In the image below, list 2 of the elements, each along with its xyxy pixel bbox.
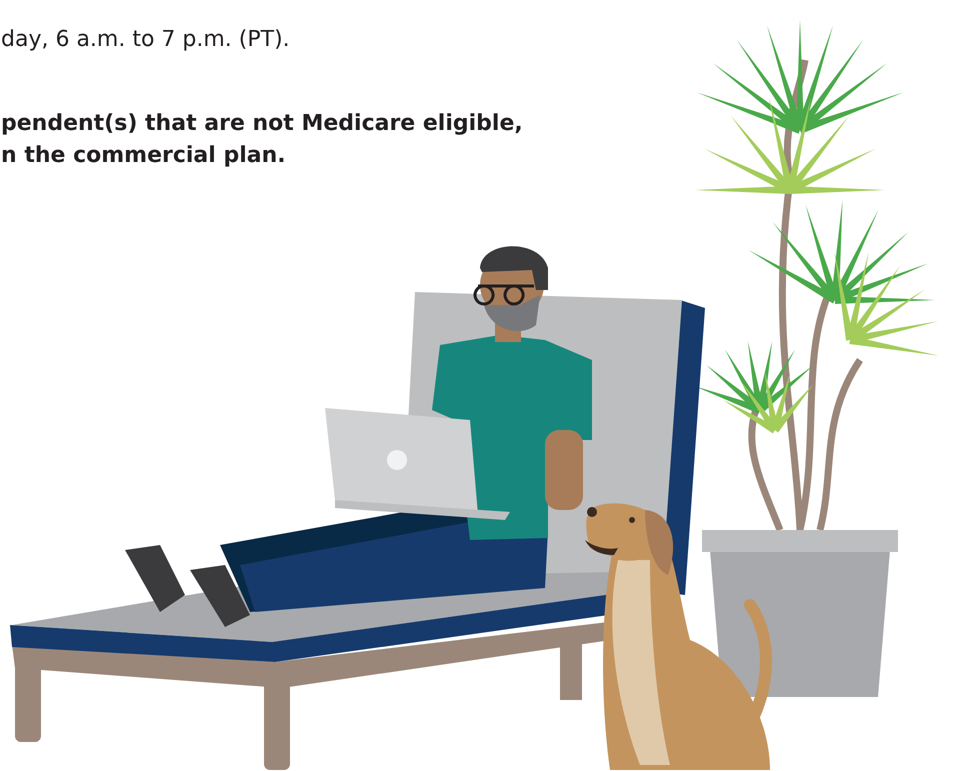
hours-text: day, 6 a.m. to 7 p.m. (PT).: [1, 26, 291, 54]
eligibility-note: pendent(s) that are not Medicare eligible, n the commercial plan.: [1, 110, 524, 170]
